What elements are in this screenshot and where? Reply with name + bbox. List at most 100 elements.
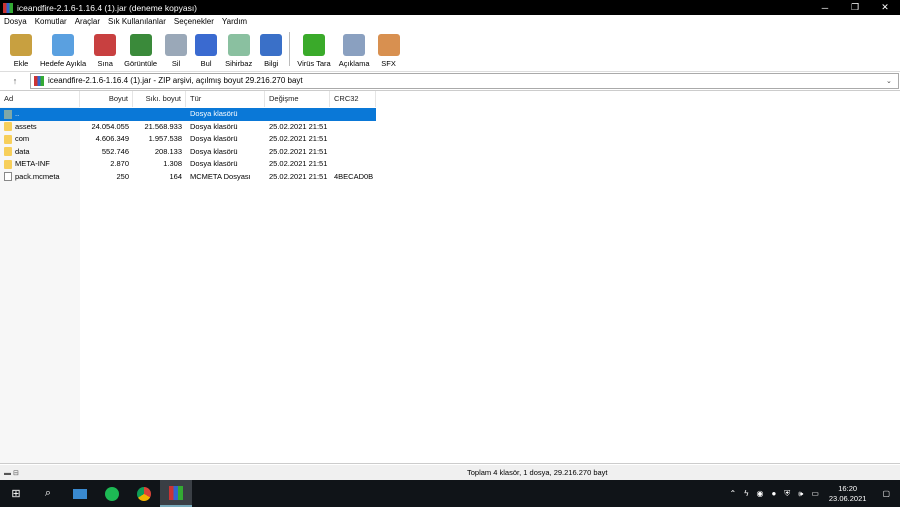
toolbar-separator <box>289 32 291 66</box>
search-icon[interactable]: ⌕ <box>32 480 64 507</box>
archive-icon <box>34 75 44 86</box>
menu-options[interactable]: Seçenekler <box>174 17 214 26</box>
toolbar-label: Sına <box>97 59 113 68</box>
column-header-name[interactable]: Ad <box>0 91 80 107</box>
clock-time: 16:20 <box>838 483 858 493</box>
row-name: .. <box>15 109 20 118</box>
toolbar-button-sil[interactable]: Sil <box>161 28 191 68</box>
toolbar-button-a-klama[interactable]: Açıklama <box>335 28 374 68</box>
toolbar-icon <box>195 34 218 56</box>
window-title: iceandfire-2.1.6-1.16.4 (1).jar (deneme … <box>17 2 198 13</box>
tray-app-icon[interactable]: ϟ <box>744 489 748 498</box>
toolbar-icon <box>343 34 366 56</box>
menu-komutlar[interactable]: Komutlar <box>35 17 67 26</box>
volume-icon[interactable]: 🕪 <box>798 489 803 499</box>
toolbar-button-bilgi[interactable]: Bilgi <box>256 28 286 68</box>
row-size: 250 <box>116 171 129 181</box>
column-header-modified[interactable]: Değişme <box>265 91 330 107</box>
toolbar-icon <box>302 34 325 56</box>
menu-help[interactable]: Yardım <box>222 17 247 26</box>
start-button[interactable]: ⊞ <box>0 480 32 507</box>
toolbar-icon <box>165 34 188 56</box>
row-size: 4.606.349 <box>95 134 129 143</box>
table-row[interactable]: META-INF 2.870 1.308 Dosya klasörü 25.02… <box>0 158 376 171</box>
row-size: 552.746 <box>101 146 129 156</box>
column-header-size[interactable]: Boyut <box>80 91 133 107</box>
address-field[interactable]: iceandfire-2.1.6-1.16.4 (1).jar - ZIP ar… <box>30 72 899 89</box>
security-icon[interactable]: ⛨ <box>784 489 790 499</box>
row-packed <box>133 108 186 121</box>
row-type: MCMETA Dosyası <box>190 171 251 181</box>
discord-icon[interactable]: ◉ <box>756 489 763 498</box>
table-row[interactable]: assets 24.054.055 21.568.933 Dosya klasö… <box>0 121 376 134</box>
notifications-icon[interactable]: ▢ <box>882 489 890 498</box>
app-icon[interactable] <box>64 480 96 507</box>
toolbar-icon <box>10 34 32 56</box>
toolbar-button-bul[interactable]: Bul <box>191 28 221 68</box>
spotify-icon[interactable] <box>96 480 128 507</box>
steam-icon[interactable]: ● <box>771 489 776 498</box>
folder-icon <box>4 122 12 132</box>
column-header-packed[interactable]: Sıkı. boyut <box>133 91 186 107</box>
row-crc: 4BECAD0B <box>334 171 374 181</box>
menu-dosya[interactable]: Dosya <box>4 17 27 26</box>
clock-date: 23.06.2021 <box>828 493 867 503</box>
toolbar-button-vir-s-tara[interactable]: Virüs Tara <box>293 28 335 68</box>
row-name: data <box>15 146 30 156</box>
row-modified: 25.02.2021 21:51 <box>269 121 328 131</box>
table-row[interactable]: pack.mcmeta 250 164 MCMETA Dosyası 25.02… <box>0 171 376 184</box>
address-value: iceandfire-2.1.6-1.16.4 (1).jar - ZIP ar… <box>48 76 303 85</box>
drive-icon: ▬ ⊟ <box>4 469 19 477</box>
row-size: 24.054.055 <box>91 121 129 131</box>
minimize-button[interactable]: ─ <box>810 0 840 15</box>
title-bar: iceandfire-2.1.6-1.16.4 (1).jar (deneme … <box>0 0 900 15</box>
toolbar-button-ekle[interactable]: Ekle <box>6 28 36 68</box>
row-modified: 25.02.2021 21:51 <box>269 159 328 168</box>
menu-araclar[interactable]: Araçlar <box>75 17 100 26</box>
network-icon[interactable]: ▭ <box>811 489 819 498</box>
toolbar-label: Sihirbaz <box>225 59 253 68</box>
toolbar-button-g-r-nt-le[interactable]: Görüntüle <box>120 28 161 68</box>
toolbar-button-s-na[interactable]: Sına <box>90 28 120 68</box>
file-list[interactable]: Ad Boyut Sıkı. boyut Tür Değişme CRC32 .… <box>0 90 900 464</box>
row-crc <box>330 121 376 134</box>
toolbar-label: Bul <box>200 59 212 68</box>
chevron-down-icon[interactable]: ⌄ <box>886 77 898 85</box>
toolbar-label: Bilgi <box>264 59 279 68</box>
toolbar-label: Virüs Tara <box>297 59 331 68</box>
restore-button[interactable]: ❐ <box>840 0 870 15</box>
file-icon <box>4 172 12 182</box>
column-header-type[interactable]: Tür <box>186 91 265 107</box>
toolbar-button-sihirbaz[interactable]: Sihirbaz <box>221 28 256 68</box>
menu-favorites[interactable]: Sık Kullanılanlar <box>108 17 166 26</box>
status-bar: ▬ ⊟ Toplam 4 klasör, 1 dosya, 29.216.270… <box>0 465 900 480</box>
taskbar: ⊞ ⌕ ⌃ ϟ ◉ ● ⛨ 🕪 ▭ 16:20 23.06.2021 ▢ <box>0 480 900 507</box>
tray-chevron-icon[interactable]: ⌃ <box>730 489 737 498</box>
column-header-crc[interactable]: CRC32 <box>330 91 376 107</box>
row-crc <box>330 146 376 159</box>
toolbar-icon <box>227 34 250 56</box>
row-size <box>80 108 133 121</box>
table-row[interactable]: data 552.746 208.133 Dosya klasörü 25.02… <box>0 146 376 159</box>
table-row[interactable]: com 4.606.349 1.957.538 Dosya klasörü 25… <box>0 133 376 146</box>
toolbar-button-hedefe-ay-kla[interactable]: Hedefe Ayıkla <box>36 28 90 68</box>
row-name: META-INF <box>15 159 50 168</box>
toolbar-label: Açıklama <box>338 59 370 68</box>
clock[interactable]: 16:20 23.06.2021 <box>829 484 867 504</box>
toolbar: Ekle Hedefe Ayıkla Sına Görüntüle Sil Bul Sihi… <box>0 28 900 70</box>
toolbar-icon <box>94 34 117 56</box>
toolbar-button-sfx[interactable]: SFX <box>374 28 404 68</box>
folder-icon <box>4 134 12 144</box>
toolbar-icon <box>377 34 400 56</box>
winrar-taskbar-icon[interactable] <box>160 480 192 507</box>
folder-icon <box>4 109 12 119</box>
toolbar-icon <box>52 34 75 56</box>
close-button[interactable]: ✕ <box>870 0 900 15</box>
table-row[interactable]: .. Dosya klasörü <box>0 108 376 121</box>
row-crc <box>330 133 376 146</box>
toolbar-icon <box>260 34 283 56</box>
row-crc <box>330 108 376 121</box>
winrar-app-icon <box>3 2 13 13</box>
up-arrow-icon[interactable]: ↑ <box>0 76 30 86</box>
chrome-icon[interactable] <box>128 480 160 507</box>
